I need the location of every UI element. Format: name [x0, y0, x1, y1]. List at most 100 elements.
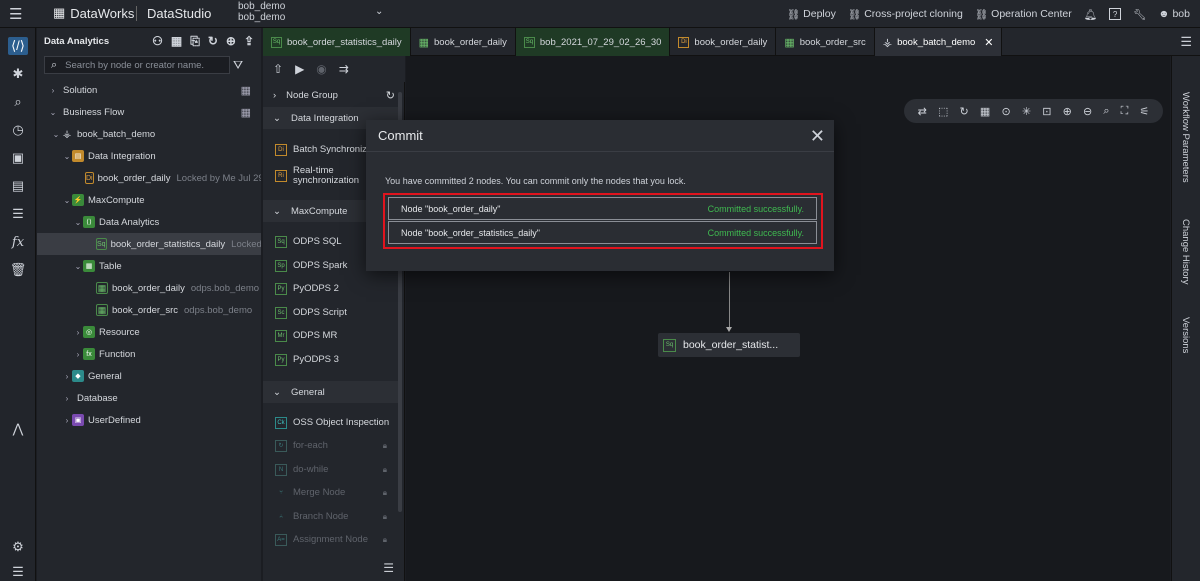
lineage-icon[interactable]: ⋀: [8, 420, 28, 438]
help-icon[interactable]: ?: [1109, 8, 1122, 20]
search-input[interactable]: ⌕ Search by node or creator name.: [44, 56, 230, 74]
data-development-icon[interactable]: ⟨/⟩: [8, 37, 28, 55]
user-menu[interactable]: ☻ bob: [1158, 8, 1190, 20]
grid-layout-icon[interactable]: ▦: [980, 105, 990, 118]
result-status: Committed successfully.: [707, 203, 804, 214]
node-merge[interactable]: ⑂ Merge Node 🔒︎: [275, 482, 401, 504]
change-history-tab[interactable]: Change History: [1180, 219, 1191, 284]
tab-book-order-daily-table[interactable]: ▦ book_order_daily: [411, 28, 516, 56]
node-do-while[interactable]: Ndo-while 🔒︎: [275, 459, 401, 481]
submit-icon[interactable]: ⇧: [273, 62, 283, 76]
refresh-icon[interactable]: ↻: [208, 34, 218, 49]
node-oss-inspection[interactable]: Ck OSS Object Inspection: [275, 412, 401, 434]
zoom-out-icon[interactable]: ⊖: [1083, 105, 1092, 118]
node-assignment[interactable]: A= Assignment Node 🔒︎: [275, 529, 401, 551]
tab-book-batch-demo[interactable]: ⚶ book_batch_demo ✕: [874, 28, 1003, 56]
chevron-down-icon[interactable]: ⌄: [375, 6, 383, 17]
zoom-in-icon[interactable]: ⊕: [1063, 105, 1072, 118]
refresh-icon[interactable]: ↻: [386, 89, 395, 102]
bell-icon[interactable]: 🔔︎: [1084, 8, 1097, 21]
node-group-section[interactable]: › Node Group ↻: [263, 84, 401, 106]
node-branch[interactable]: ⑃ Branch Node 🔒︎: [275, 506, 401, 528]
tree-item-data-analytics[interactable]: ⌄ ⟨⟩ Data Analytics: [37, 211, 261, 233]
close-icon[interactable]: ✕: [984, 36, 993, 49]
briefcase-icon[interactable]: ▣: [8, 149, 28, 167]
search-icon[interactable]: ⌕: [1103, 105, 1109, 118]
components-icon[interactable]: ✱: [8, 65, 28, 83]
versions-tab[interactable]: Versions: [1180, 317, 1191, 353]
tree-item-maxcompute[interactable]: ⌄ ⚡ MaxCompute: [37, 189, 261, 211]
grid-icon[interactable]: ▦: [241, 106, 251, 119]
locate-icon[interactable]: ⊕: [226, 34, 236, 49]
actual-size-icon[interactable]: ⊡: [1042, 105, 1051, 118]
menu-icon[interactable]: ☰: [8, 563, 28, 581]
settings-icon[interactable]: ✳: [1022, 105, 1031, 118]
stop-icon[interactable]: ◉: [316, 62, 326, 76]
spark-node-icon: Sp: [275, 260, 287, 272]
refresh-icon[interactable]: ↻: [960, 105, 969, 118]
tab-book-order-statistics-daily[interactable]: Sq book_order_statistics_daily: [263, 28, 411, 56]
deploy-icon[interactable]: ⇉: [339, 62, 349, 76]
workflow-parameters-tab[interactable]: Workflow Parameters: [1180, 92, 1191, 183]
node-for-each[interactable]: ↻ for-each 🔒︎: [275, 435, 401, 457]
grid-icon[interactable]: ▦: [241, 84, 251, 97]
list-icon[interactable]: ☰: [8, 205, 28, 223]
tree-item-business-flow[interactable]: ⌄ Business Flow ▦: [37, 101, 261, 123]
tree-item-resource[interactable]: › ◎ Resource: [37, 321, 261, 343]
export-icon[interactable]: ⇪: [244, 34, 254, 49]
operation-center-link[interactable]: ⛓ Operation Center: [975, 8, 1072, 21]
tab-book-order-daily-di[interactable]: Di book_order_daily: [670, 28, 777, 56]
tree-item-book-order-statistics-daily[interactable]: Sq book_order_statistics_daily Locked: [37, 233, 261, 255]
wrench-icon[interactable]: 🔧︎: [1133, 8, 1146, 21]
tab-bob-2021[interactable]: Sq bob_2021_07_29_02_26_30: [515, 28, 671, 56]
general-section[interactable]: ⌄ General: [263, 381, 401, 403]
tree-item-book-batch-demo[interactable]: ⌄ ⚶ book_batch_demo: [37, 123, 261, 145]
table-icon[interactable]: ▤: [8, 177, 28, 195]
list-menu-icon[interactable]: ☰: [383, 561, 394, 575]
tabs-menu-icon[interactable]: ☰: [1180, 34, 1192, 50]
tree-item-table-book-order-daily[interactable]: ▦ book_order_daily odps.bob_demo: [37, 277, 261, 299]
run-icon[interactable]: ▶: [295, 62, 304, 76]
tree-item-function[interactable]: › fx Function: [37, 343, 261, 365]
format-icon[interactable]: ⚟: [1140, 105, 1150, 118]
filter-icon[interactable]: ⛛: [233, 58, 243, 73]
hamburger-menu-icon[interactable]: ☰: [9, 5, 22, 23]
tree-item-data-integration[interactable]: ⌄ ▤ Data Integration: [37, 145, 261, 167]
deploy-link[interactable]: ⛓ Deploy: [787, 8, 836, 21]
tree-item-database[interactable]: › Database: [37, 387, 261, 409]
table-icon: ▦: [418, 36, 429, 49]
brand-logo[interactable]: ▦ DataWorks: [53, 5, 134, 21]
tab-book-order-src[interactable]: ▦ book_order_src: [776, 28, 875, 56]
clock-icon[interactable]: ◷: [8, 121, 28, 139]
swap-icon[interactable]: ⇄: [918, 105, 927, 118]
settings-icon[interactable]: ⚙: [8, 538, 28, 556]
tree-item-general[interactable]: › ◆ General: [37, 365, 261, 387]
tab-label: bob_2021_07_29_02_26_30: [539, 36, 662, 48]
tree-label: MaxCompute: [88, 194, 145, 206]
node-odps-mr[interactable]: Mr ODPS MR: [275, 325, 401, 347]
canvas-node[interactable]: Sq book_order_statist...: [658, 333, 800, 357]
tree-item-solution[interactable]: › Solution ▦: [37, 79, 261, 101]
close-icon[interactable]: ✕: [810, 126, 825, 147]
node-pyodps3[interactable]: Py PyODPS 3: [275, 349, 401, 371]
box-select-icon[interactable]: ⬚: [938, 105, 948, 118]
node-odps-script[interactable]: Sc ODPS Script: [275, 302, 401, 324]
search-icon[interactable]: ⌕: [8, 93, 28, 111]
center-icon[interactable]: ⊙: [1001, 105, 1010, 118]
fullscreen-icon[interactable]: ⛶: [1121, 105, 1129, 118]
cross-project-link[interactable]: ⛓ Cross-project cloning: [848, 8, 963, 21]
resource-icon: ◎: [83, 326, 95, 338]
function-icon[interactable]: fx: [8, 233, 28, 251]
tree-item-book-order-daily-di[interactable]: Di book_order_daily Locked by Me Jul 29: [37, 167, 261, 189]
deploy-label: Deploy: [803, 8, 836, 20]
user-filter-icon[interactable]: ⚇: [152, 34, 163, 49]
trash-icon[interactable]: 🗑︎: [8, 261, 28, 279]
function-icon: fx: [83, 348, 95, 360]
node-pyodps2[interactable]: Py PyODPS 2: [275, 278, 401, 300]
tree-item-table-book-order-src[interactable]: ▦ book_order_src odps.bob_demo: [37, 299, 261, 321]
create-table-icon[interactable]: ▦: [171, 34, 182, 49]
tree-item-userdefined[interactable]: › ▣ UserDefined: [37, 409, 261, 431]
workspace-selector[interactable]: bob_demo bob_demo: [238, 1, 285, 23]
tree-item-table[interactable]: ⌄ ▦ Table: [37, 255, 261, 277]
import-icon[interactable]: ⎘: [190, 34, 200, 49]
